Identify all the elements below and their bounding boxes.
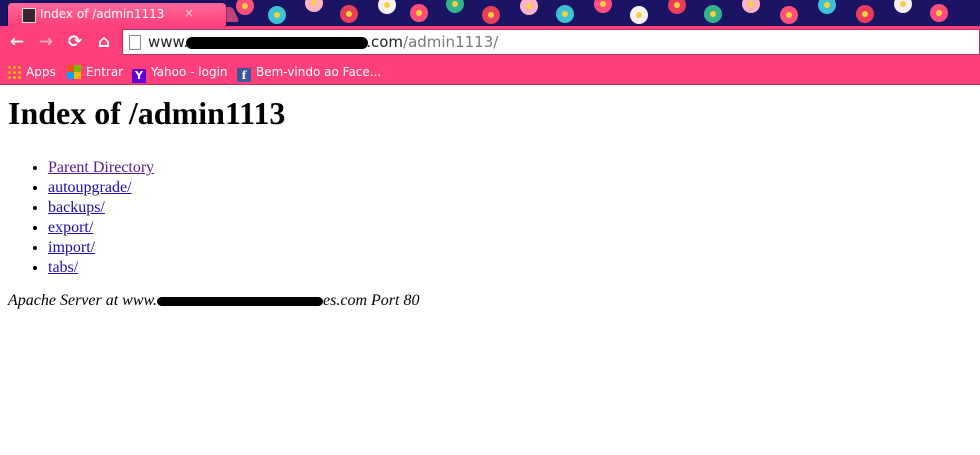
tab-strip: Index of /admin1113 × — [0, 0, 980, 26]
server-signature-suffix: es.com Port 80 — [323, 292, 420, 309]
page-document-icon — [129, 35, 141, 50]
url-prefix: www. — [148, 33, 189, 51]
theme-flower — [818, 0, 836, 14]
bookmarks-bar: Apps Entrar Y Yahoo - login f Bem-vindo ao… — [0, 59, 980, 85]
theme-flower — [236, 0, 254, 15]
url-domain-suffix: .com — [366, 33, 404, 51]
browser-toolbar: ← → ⟳ ⌂ www. .com/admin1113/ — [0, 26, 980, 59]
list-item: Parent Directory — [48, 158, 968, 178]
folder-link-tabs[interactable]: tabs/ — [48, 259, 78, 276]
bookmark-yahoo[interactable]: Y Yahoo - login — [132, 63, 228, 83]
theme-flower — [630, 6, 648, 24]
tab-title: Index of /admin1113 — [40, 7, 165, 21]
list-item: autoupgrade/ — [48, 178, 968, 198]
url-text[interactable]: www. .com/admin1113/ — [148, 33, 498, 51]
windows-logo-icon — [67, 65, 81, 79]
theme-flower — [780, 6, 798, 24]
folder-link-export[interactable]: export/ — [48, 219, 93, 236]
theme-flower — [378, 0, 396, 14]
list-item: tabs/ — [48, 258, 968, 278]
site-favicon-icon — [22, 8, 36, 23]
bookmark-label: Bem-vindo ao Face... — [256, 65, 382, 79]
server-signature: Apache Server at www. es.com Port 80 — [8, 292, 968, 310]
bookmark-label: Entrar — [86, 65, 124, 79]
page-content: Index of /admin1113 Parent Directory aut… — [8, 85, 968, 310]
theme-flower — [930, 4, 948, 22]
home-icon[interactable]: ⌂ — [93, 31, 115, 53]
theme-flower — [556, 5, 574, 23]
theme-flower — [410, 4, 428, 22]
directory-listing: Parent Directory autoupgrade/ backups/ e… — [8, 158, 968, 278]
browser-tab-active[interactable]: Index of /admin1113 × — [8, 3, 226, 26]
page-title: Index of /admin1113 — [8, 95, 286, 131]
reload-icon[interactable]: ⟳ — [64, 31, 86, 53]
url-path: /admin1113/ — [403, 33, 499, 51]
theme-flower — [668, 0, 686, 14]
bookmark-facebook[interactable]: f Bem-vindo ao Face... — [237, 63, 382, 82]
list-item: import/ — [48, 238, 968, 258]
theme-flower — [482, 6, 500, 24]
list-item: backups/ — [48, 198, 968, 218]
server-signature-prefix: Apache Server at www. — [8, 292, 158, 309]
theme-flower — [268, 6, 286, 24]
theme-flower — [520, 0, 538, 15]
facebook-logo-icon: f — [237, 68, 251, 82]
bookmark-label: Apps — [26, 65, 56, 79]
yahoo-logo-icon: Y — [132, 69, 146, 83]
parent-directory-link[interactable]: Parent Directory — [48, 159, 154, 176]
tab-close-icon[interactable]: × — [184, 6, 194, 20]
folder-link-backups[interactable]: backups/ — [48, 199, 105, 216]
folder-link-import[interactable]: import/ — [48, 239, 95, 256]
theme-flower — [742, 0, 760, 13]
bookmark-entrar[interactable]: Entrar — [67, 63, 123, 81]
folder-link-autoupgrade[interactable]: autoupgrade/ — [48, 179, 132, 196]
theme-flower — [894, 0, 912, 13]
address-bar[interactable]: www. .com/admin1113/ — [122, 29, 980, 55]
bookmark-label: Yahoo - login — [151, 65, 228, 79]
theme-flower — [446, 0, 464, 13]
theme-flower — [340, 5, 358, 23]
redacted-domain — [186, 36, 369, 49]
theme-flower — [856, 5, 874, 23]
list-item: export/ — [48, 218, 968, 238]
theme-flower — [594, 0, 612, 13]
theme-flower — [704, 5, 722, 23]
apps-grid-icon — [7, 65, 21, 79]
theme-flower — [305, 0, 323, 12]
back-arrow-icon[interactable]: ← — [6, 31, 28, 53]
bookmark-apps[interactable]: Apps — [7, 63, 56, 81]
forward-arrow-icon[interactable]: → — [35, 31, 57, 53]
redacted-domain — [157, 296, 324, 306]
